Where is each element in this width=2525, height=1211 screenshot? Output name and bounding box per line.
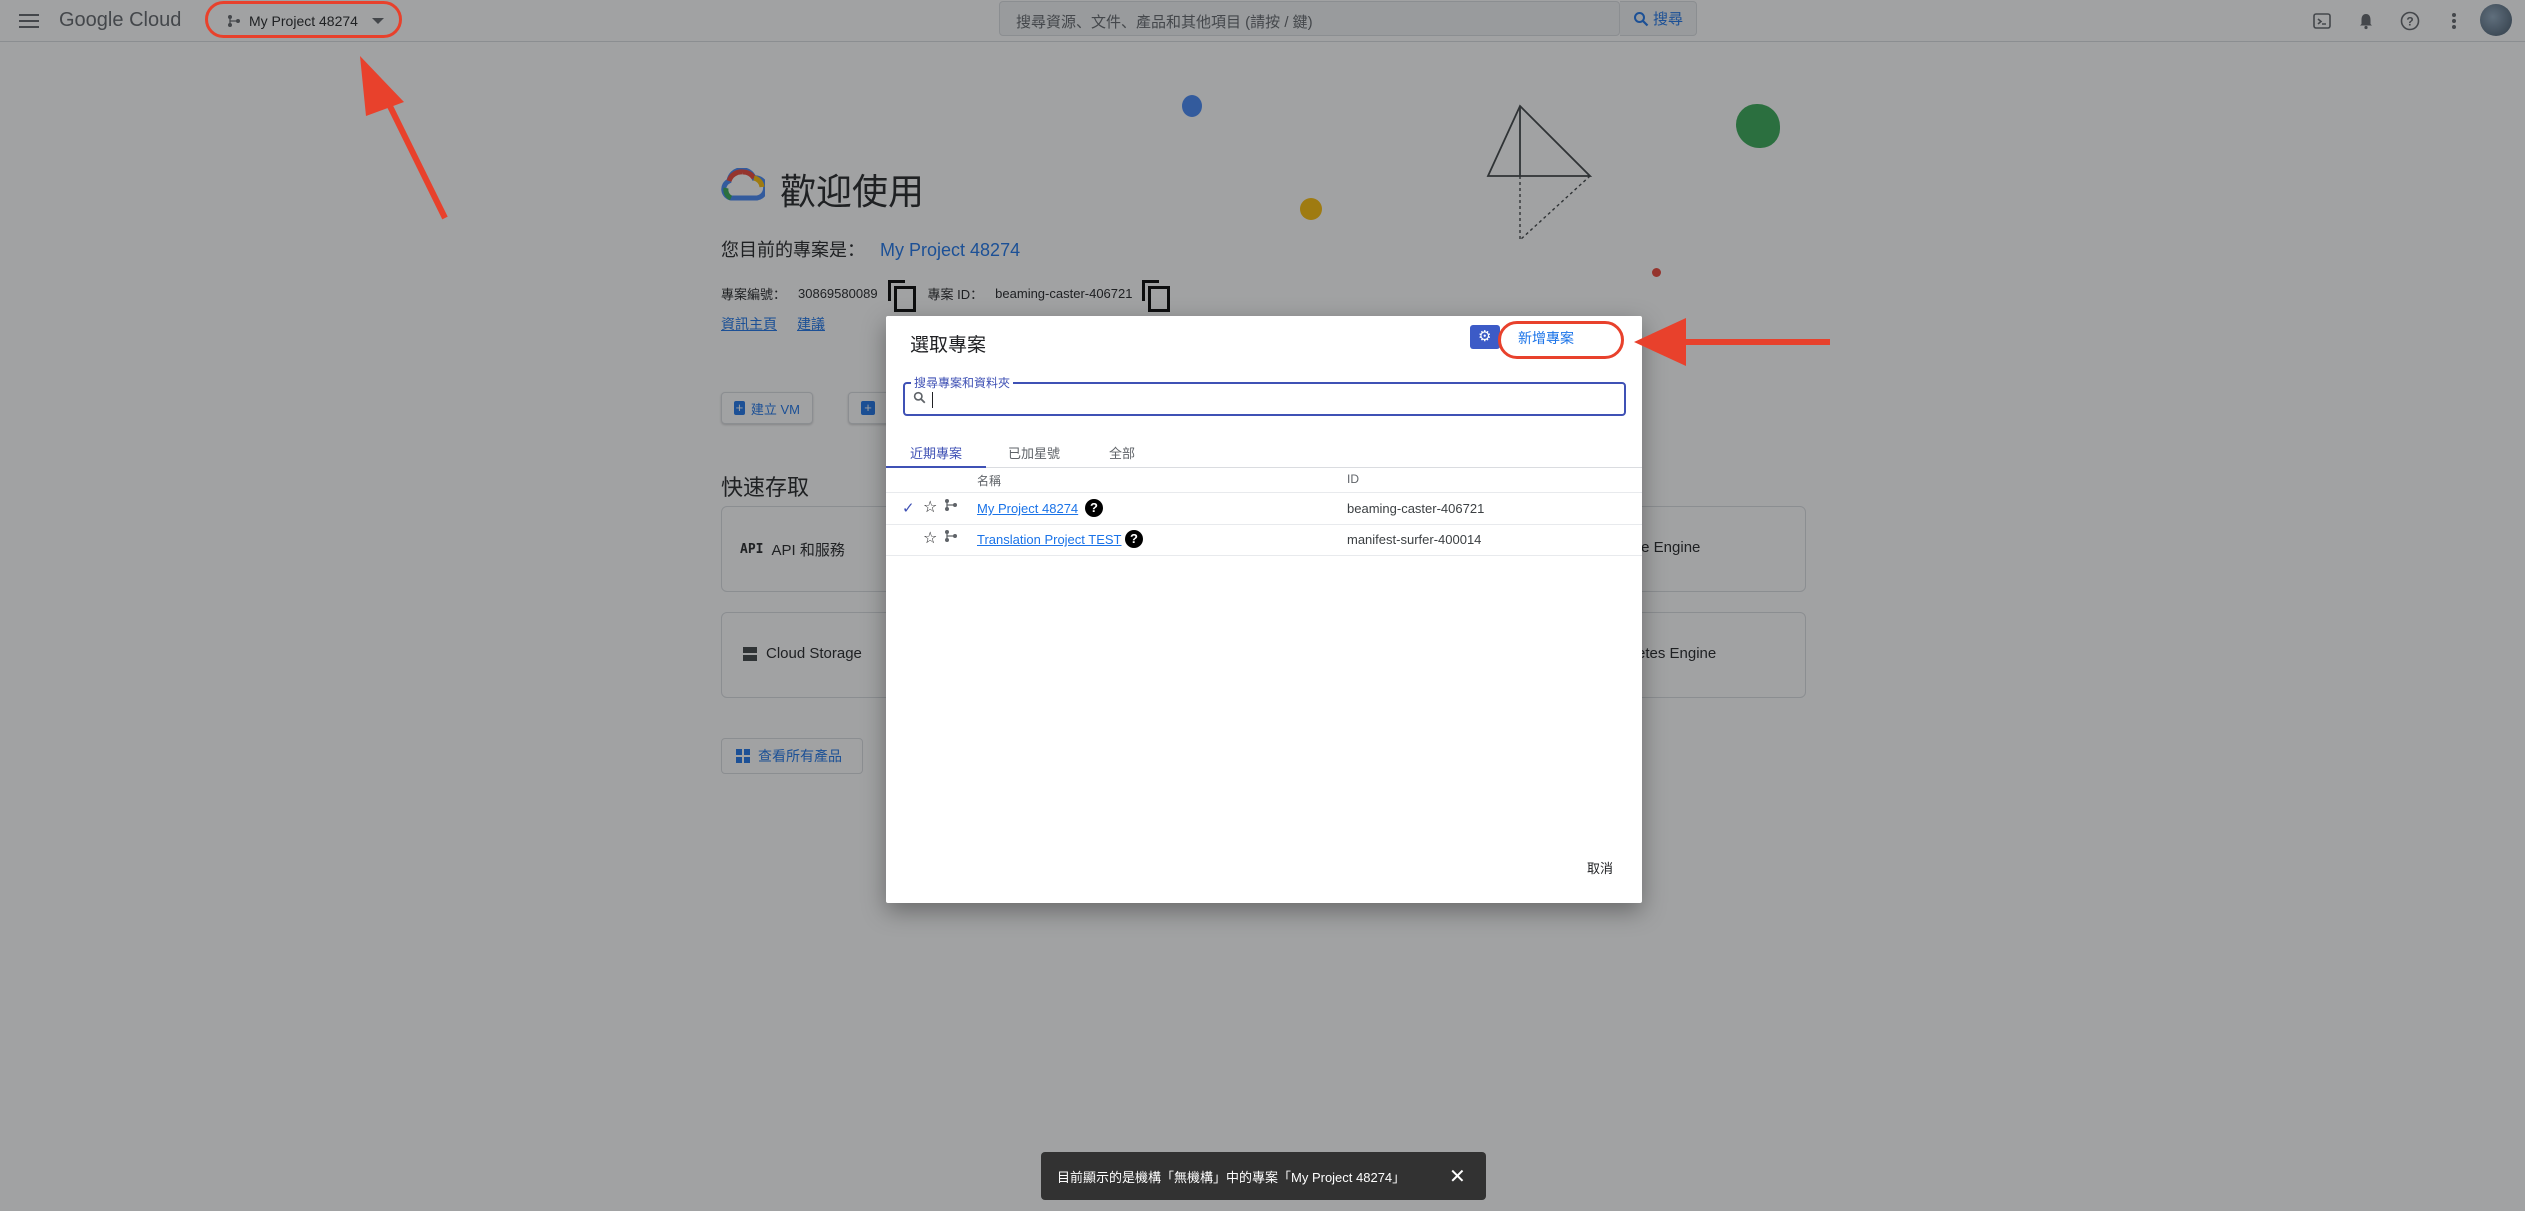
close-icon[interactable]: ✕ [1449,1164,1466,1189]
annotation-arrow-up [360,56,448,220]
column-header-id: ID [1347,472,1359,486]
snackbar-message: 目前顯示的是機構「無機構」中的專案「My Project 48274」 [1057,1170,1406,1185]
project-search-input[interactable]: 搜尋專案和資料夾 [903,374,1626,416]
star-icon[interactable]: ☆ [923,528,937,548]
project-tree-icon [944,498,958,515]
snackbar: 目前顯示的是機構「無機構」中的專案「My Project 48274」 ✕ [1041,1152,1486,1200]
project-name-link[interactable]: Translation Project TEST [977,532,1122,547]
select-project-dialog: 選取專案 新增專案 搜尋專案和資料夾 近期專案 已加星號 全部 名稱 ID ✓ … [886,316,1642,903]
tab-starred[interactable]: 已加星號 [1008,436,1060,468]
header-divider [886,492,1642,493]
highlight-new-project [1498,321,1624,359]
project-id-cell: beaming-caster-406721 [1347,501,1485,516]
tab-all[interactable]: 全部 [1109,436,1135,468]
new-folder-icon [1470,325,1500,349]
text-cursor [932,392,933,408]
project-name-link[interactable]: My Project 48274 [977,501,1078,516]
annotation-arrow-left [1634,318,1830,366]
search-icon [913,391,926,407]
help-icon[interactable]: ? [1125,530,1143,548]
project-tabs: 近期專案 已加星號 全部 [886,436,1642,468]
project-search-label: 搜尋專案和資料夾 [911,374,1014,391]
project-tree-icon [944,529,958,546]
row-divider [886,555,1642,556]
column-header-name: 名稱 [977,474,1002,488]
project-id-cell: manifest-surfer-400014 [1347,532,1482,547]
dialog-title: 選取專案 [910,335,987,356]
cancel-button[interactable]: 取消 [1587,858,1613,877]
tab-recent[interactable]: 近期專案 [886,436,986,468]
table-row[interactable]: ✓ ☆ My Project 48274 ? beaming-caster-40… [886,494,1642,524]
table-row[interactable]: ☆ Translation Project TEST ? manifest-su… [886,525,1642,555]
highlight-project-selector [205,1,402,38]
check-icon: ✓ [902,500,915,517]
star-icon[interactable]: ☆ [923,497,937,517]
help-icon[interactable]: ? [1085,499,1103,517]
